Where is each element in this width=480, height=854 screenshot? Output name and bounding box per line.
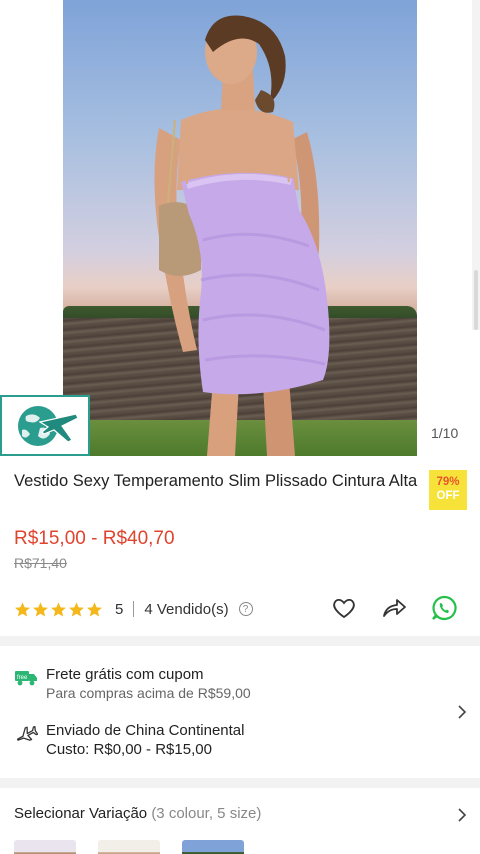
discount-percent: 79% [436,476,460,488]
origin-cost: Custo: R$0,00 - R$15,00 [46,741,212,758]
origin-row: Enviado de China Continental Custo: R$0,… [14,721,244,759]
sold-count: 4 Vendido(s) [144,600,229,618]
star-icon [87,601,102,617]
variation-label: Selecionar Variação [14,805,148,822]
original-price: R$71,40 [14,555,67,571]
variation-selector[interactable]: Selecionar Variação (3 colour, 5 size) [14,805,261,822]
gallery-scrollbar-thumb[interactable] [474,270,478,330]
gallery-scrollbar[interactable] [472,0,480,330]
star-icon [69,601,84,617]
free-shipping-row: free Frete grátis com cupom Para compras… [14,665,251,703]
help-icon[interactable]: ? [238,602,253,616]
image-counter: 1/10 [431,425,459,441]
svg-text:free: free [17,675,28,681]
discount-off-label: OFF [436,490,460,502]
discount-badge: 79% OFF [429,470,467,510]
variation-thumbnails [14,840,244,854]
product-title: Vestido Sexy Temperamento Slim Plissado … [14,472,418,490]
rating-row: 5 4 Vendido(s) ? [14,594,466,622]
shipping-section[interactable]: free Frete grátis com cupom Para compras… [0,648,480,778]
section-divider [0,636,480,646]
store-logo [0,395,90,456]
star-icon [15,601,30,617]
truck-icon: free [15,671,37,686]
airplane-icon [16,725,38,741]
share-icon[interactable] [380,594,408,622]
variation-thumb[interactable] [14,840,76,854]
whatsapp-icon[interactable] [430,594,458,622]
globe-plane-icon [18,405,79,446]
rating-stars[interactable] [14,601,103,618]
chevron-right-icon[interactable] [455,705,469,719]
origin-title: Enviado de China Continental [46,722,245,739]
rating-divider [133,601,135,617]
star-icon [33,601,48,617]
free-shipping-title: Frete grátis com cupom [46,666,204,683]
product-actions [330,594,458,622]
free-shipping-sub: Para compras acima de R$59,00 [46,685,251,701]
price-range: R$15,00 - R$40,70 [14,528,175,549]
section-divider [0,778,480,788]
heart-icon[interactable] [330,594,358,622]
product-gallery[interactable]: 1/10 [0,0,480,456]
product-photo[interactable] [63,0,417,456]
variation-thumb[interactable] [98,840,160,854]
model-figure [154,15,330,456]
variation-thumb[interactable] [182,840,244,854]
variation-detail: (3 colour, 5 size) [151,805,262,822]
star-icon [51,601,66,617]
chevron-right-icon[interactable] [455,808,469,822]
rating-value: 5 [115,600,124,618]
